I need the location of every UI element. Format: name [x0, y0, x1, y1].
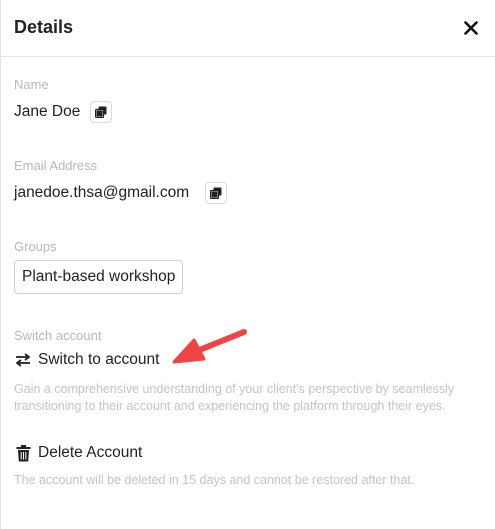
name-label: Name	[14, 77, 49, 92]
panel-header: Details	[1, 0, 495, 57]
copy-name-button[interactable]	[90, 101, 112, 123]
close-button[interactable]	[461, 18, 481, 38]
panel-title: Details	[14, 17, 74, 37]
delete-account-button[interactable]: Delete Account	[14, 444, 142, 462]
close-icon	[464, 21, 478, 35]
copy-icon	[210, 187, 222, 199]
delete-description: The account will be deleted in 15 days a…	[14, 473, 415, 487]
switch-description-line-1: Gain a comprehensive understanding of yo…	[14, 382, 455, 396]
email-value: janedoe.thsa@gmail.com	[14, 184, 190, 201]
switch-to-account-button[interactable]: Switch to account	[14, 351, 159, 369]
email-label: Email Address	[14, 158, 98, 173]
name-value: Jane Doe	[14, 103, 81, 120]
groups-label: Groups	[14, 239, 57, 254]
copy-icon	[95, 106, 107, 118]
switch-account-label: Switch account	[14, 328, 102, 343]
switch-description-line-2: transitioning to their account and exper…	[14, 399, 446, 413]
copy-email-button[interactable]	[205, 182, 227, 204]
delete-account-label: Delete Account	[38, 444, 143, 461]
details-panel: Details Name Jane Doe Email Address jane…	[0, 0, 495, 529]
switch-to-account-label: Switch to account	[38, 351, 160, 368]
trash-icon	[14, 444, 32, 462]
swap-arrows-icon	[14, 351, 32, 369]
switch-description: Gain a comprehensive understanding of yo…	[14, 381, 454, 415]
group-chip[interactable]: Plant-based workshop	[14, 260, 184, 294]
